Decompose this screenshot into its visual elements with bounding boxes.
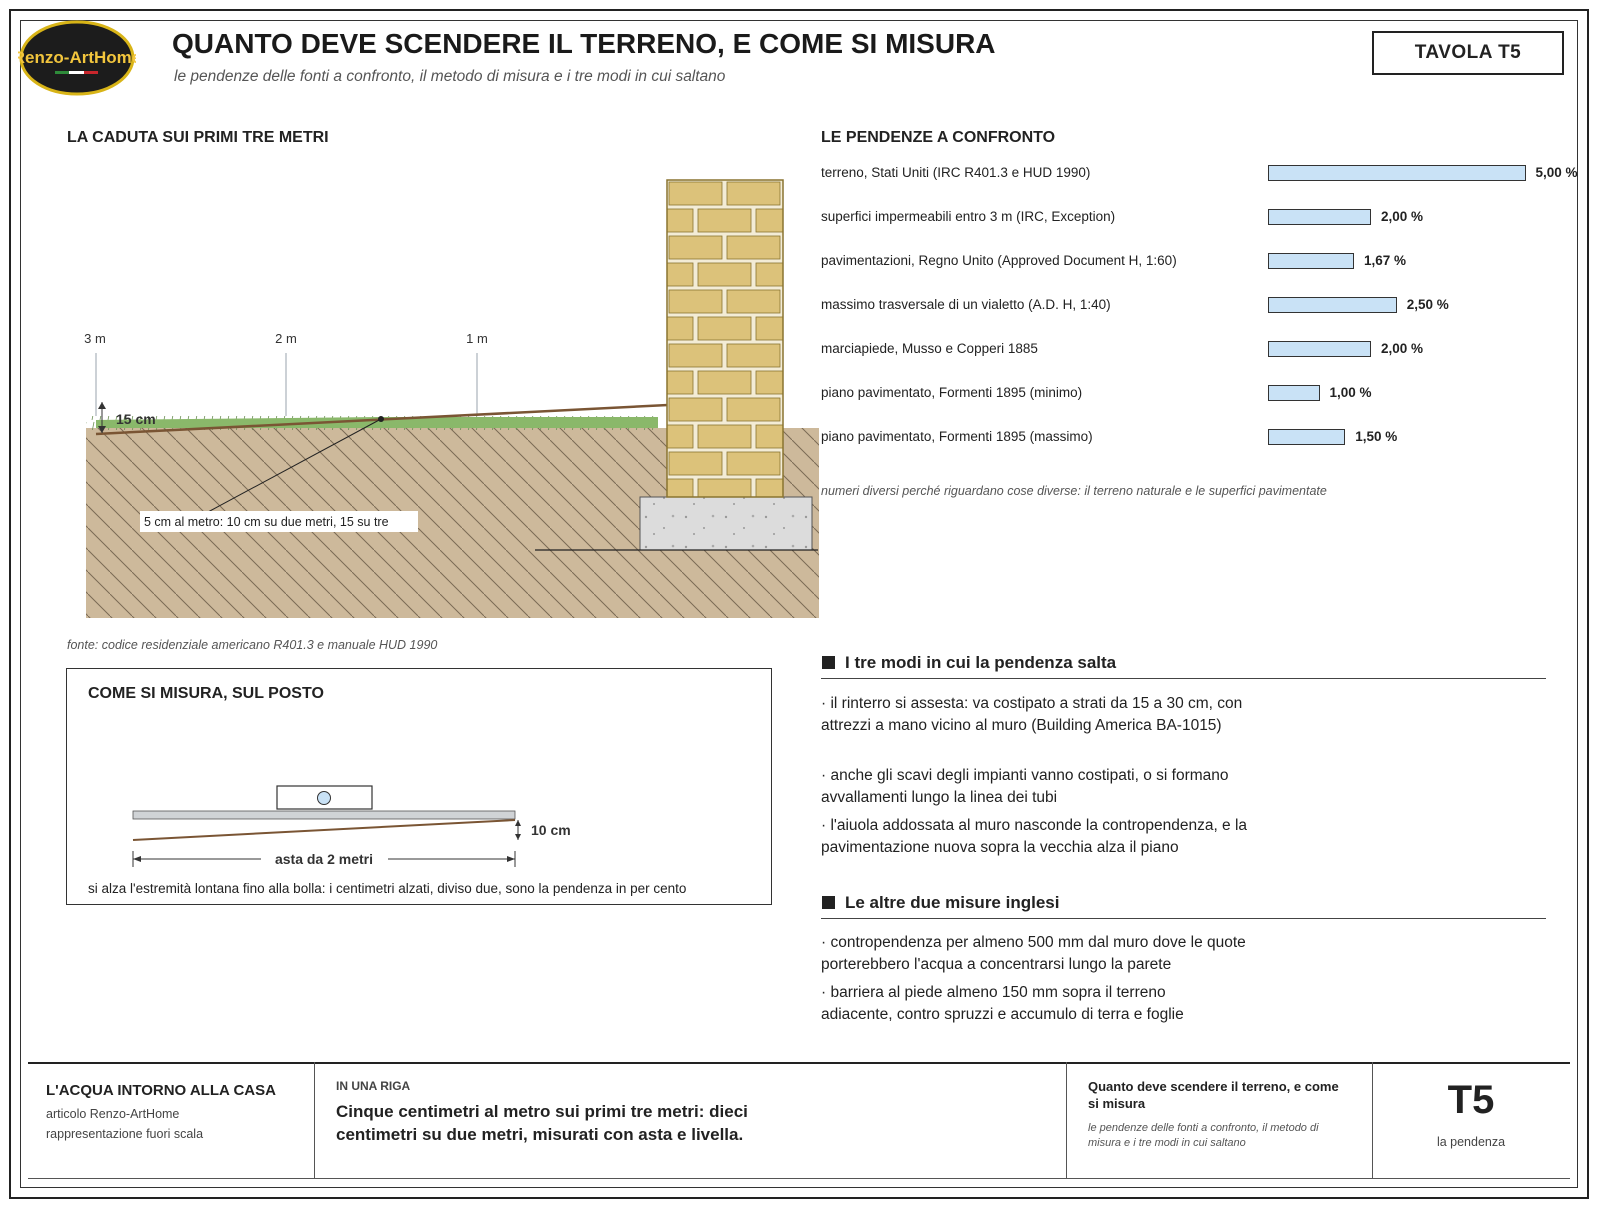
comparison-value-label: 1,00 % bbox=[1329, 385, 1372, 400]
comparison-bar bbox=[1268, 385, 1320, 401]
english-item-1: · contropendenza per almeno 500 mm dal m… bbox=[821, 934, 1246, 973]
measure-diagram: 10 cm asta da 2 metri bbox=[132, 785, 571, 867]
comparison-bar bbox=[1268, 209, 1371, 225]
footer-top-rule bbox=[28, 1062, 1570, 1064]
comparison-label: terreno, Stati Uniti (IRC R401.3 e HUD 1… bbox=[821, 165, 1091, 180]
footer-one-line-label: IN UNA RIGA bbox=[336, 1079, 411, 1093]
english-title: Le altre due misure inglesi bbox=[845, 893, 1060, 912]
footer-code-caption: la pendenza bbox=[1436, 1135, 1506, 1149]
footer-sheet-subtitle: le pendenze delle fonti a confronto, il … bbox=[1088, 1122, 1319, 1149]
comparison-note: numeri diversi perché riguardano cose di… bbox=[821, 484, 1327, 498]
comparison-label: massimo trasversale di un vialetto (A.D.… bbox=[821, 297, 1111, 312]
comparison-label: piano pavimentato, Formenti 1895 (minimo… bbox=[821, 385, 1083, 400]
footer-sheet-title: Quanto deve scendere il terreno, e come … bbox=[1088, 1079, 1339, 1111]
comparison-bar bbox=[1268, 429, 1346, 445]
jumps-item-3: · l'aiuola addossata al muro nasconde la… bbox=[821, 817, 1248, 856]
tavola-badge: TAVOLA T5 bbox=[1372, 31, 1564, 75]
english-rule bbox=[821, 918, 1546, 919]
jumps-item-2: · anche gli scavi degli impianti vanno c… bbox=[821, 767, 1229, 806]
footer-series-title: L'ACQUA INTORNO ALLA CASA bbox=[46, 1082, 276, 1099]
comparison-value-label: 2,00 % bbox=[1381, 209, 1424, 224]
comparison-label: piano pavimentato, Formenti 1895 (massim… bbox=[821, 429, 1093, 444]
jumps-item-1: · il rinterro si assesta: va costipato a… bbox=[821, 695, 1243, 734]
footer-divider bbox=[314, 1062, 315, 1178]
jumps-square-icon bbox=[822, 656, 835, 669]
comparison-value-label: 1,67 % bbox=[1364, 253, 1407, 268]
footer-code: T5 bbox=[1447, 1078, 1495, 1122]
comparison-value-label: 1,50 % bbox=[1355, 429, 1398, 444]
level-bubble bbox=[317, 791, 331, 805]
comparison-label: pavimentazioni, Regno Unito (Approved Do… bbox=[821, 253, 1177, 268]
comparison-label: marciapiede, Musso e Copperi 1885 bbox=[821, 341, 1038, 356]
comparison-value-label: 2,00 % bbox=[1381, 341, 1424, 356]
jumps-rule bbox=[821, 678, 1546, 679]
rise-label: 10 cm bbox=[531, 822, 571, 838]
comparison-bar bbox=[1268, 341, 1371, 357]
footer-divider bbox=[1066, 1062, 1067, 1178]
footer-one-line: Cinque centimetri al metro sui primi tre… bbox=[336, 1102, 748, 1144]
comparison-title: LE PENDENZE A CONFRONTO bbox=[821, 129, 1056, 146]
footer-article: articolo Renzo-ArtHome bbox=[46, 1107, 180, 1121]
footer-scale: rappresentazione fuori scala bbox=[46, 1127, 204, 1141]
comparison-label: superfici impermeabili entro 3 m (IRC, E… bbox=[821, 209, 1116, 224]
comparison-bar bbox=[1268, 297, 1397, 313]
measure-caption: si alza l'estremità lontana fino alla bo… bbox=[88, 881, 687, 896]
jumps-title: I tre modi in cui la pendenza salta bbox=[845, 653, 1117, 672]
english-square-icon bbox=[822, 896, 835, 909]
comparison-bar bbox=[1268, 165, 1526, 181]
english-item-2: · barriera al piede almeno 150 mm sopra … bbox=[821, 984, 1184, 1023]
comparison-value-label: 2,50 % bbox=[1406, 297, 1449, 312]
rod-label: asta da 2 metri bbox=[275, 851, 373, 867]
ground-line bbox=[132, 819, 516, 841]
footer-bottom-rule bbox=[28, 1178, 1570, 1179]
comparison-bar bbox=[1268, 253, 1354, 269]
comparison-value-label: 5,00 % bbox=[1535, 165, 1578, 180]
rod-2m bbox=[132, 810, 516, 820]
